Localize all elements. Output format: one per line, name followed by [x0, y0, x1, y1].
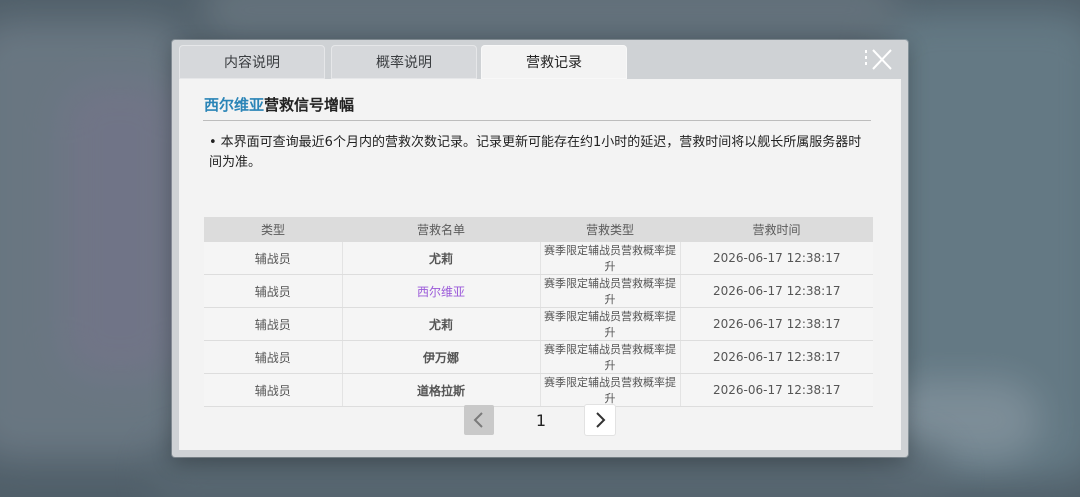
- cell-time: 2026-06-17 12:38:17: [679, 307, 873, 341]
- cell-name: 尤莉: [341, 242, 540, 275]
- cell-kind: 赛季限定辅战员营救概率提升: [539, 307, 680, 341]
- cell-name: 道格拉斯: [341, 373, 540, 407]
- close-icon: [865, 49, 892, 70]
- cell-type: 辅战员: [204, 373, 342, 407]
- cell-name: 尤莉: [341, 307, 540, 341]
- next-page-button[interactable]: [585, 405, 615, 435]
- cell-kind: 赛季限定辅战员营救概率提升: [539, 373, 680, 407]
- column-header-kind: 营救类型: [540, 217, 680, 242]
- cell-type: 辅战员: [204, 242, 342, 275]
- cell-time: 2026-06-17 12:38:17: [679, 340, 873, 374]
- tab-probability-description[interactable]: 概率说明: [331, 45, 477, 79]
- cell-kind: 赛季限定辅战员营救概率提升: [539, 242, 680, 275]
- table-row: 辅战员 伊万娜 赛季限定辅战员营救概率提升 2026-06-17 12:38:1…: [204, 340, 873, 374]
- cell-name: 西尔维亚: [341, 274, 540, 308]
- title-rest: 营救信号增幅: [264, 96, 355, 114]
- prev-page-button[interactable]: [464, 405, 494, 435]
- table-header: 类型 营救名单 营救类型 营救时间: [204, 217, 873, 242]
- cell-time: 2026-06-17 12:38:17: [679, 242, 873, 275]
- cell-time: 2026-06-17 12:38:17: [679, 274, 873, 308]
- chevron-right-icon: [596, 412, 606, 428]
- tab-content-description[interactable]: 内容说明: [179, 45, 325, 79]
- record-dialog: 内容说明 概率说明 营救记录 西尔维亚营救信号增幅 • 本界面可查询最近6个月内的…: [172, 40, 908, 457]
- cell-type: 辅战员: [204, 340, 342, 374]
- column-header-name: 营救名单: [342, 217, 540, 242]
- note-text: 本界面可查询最近6个月内的营救次数记录。记录更新可能存在约1小时的延迟，营救时间…: [209, 135, 862, 170]
- column-header-type: 类型: [204, 217, 342, 242]
- cell-name: 伊万娜: [341, 340, 540, 374]
- cell-time: 2026-06-17 12:38:17: [679, 373, 873, 407]
- close-button[interactable]: [864, 47, 894, 73]
- title-divider: [203, 120, 871, 121]
- table-row: 辅战员 尤莉 赛季限定辅战员营救概率提升 2026-06-17 12:38:17: [204, 242, 873, 275]
- table-row: 辅战员 尤莉 赛季限定辅战员营救概率提升 2026-06-17 12:38:17: [204, 307, 873, 341]
- chevron-left-icon: [473, 412, 483, 428]
- tab-rescue-records[interactable]: 营救记录: [481, 45, 627, 79]
- title-highlight: 西尔维亚: [204, 96, 265, 114]
- pagination: 1: [179, 405, 901, 437]
- table-row: 辅战员 西尔维亚 赛季限定辅战员营救概率提升 2026-06-17 12:38:…: [204, 274, 873, 308]
- table-row: 辅战员 道格拉斯 赛季限定辅战员营救概率提升 2026-06-17 12:38:…: [204, 373, 873, 407]
- cell-type: 辅战员: [204, 274, 342, 308]
- records-panel: 西尔维亚营救信号增幅 • 本界面可查询最近6个月内的营救次数记录。记录更新可能存在…: [179, 79, 901, 450]
- column-header-time: 营救时间: [680, 217, 873, 242]
- info-note: • 本界面可查询最近6个月内的营救次数记录。记录更新可能存在约1小时的延迟，营救时…: [209, 133, 869, 173]
- page-title: 西尔维亚营救信号增幅: [204, 94, 354, 115]
- current-page-number: 1: [535, 410, 547, 430]
- records-table: 类型 营救名单 营救类型 营救时间 辅战员 尤莉 赛季限定辅战员营救概率提升 2…: [204, 217, 873, 407]
- cell-kind: 赛季限定辅战员营救概率提升: [539, 274, 680, 308]
- cell-kind: 赛季限定辅战员营救概率提升: [539, 340, 680, 374]
- note-bullet: •: [209, 135, 217, 150]
- cell-type: 辅战员: [204, 307, 342, 341]
